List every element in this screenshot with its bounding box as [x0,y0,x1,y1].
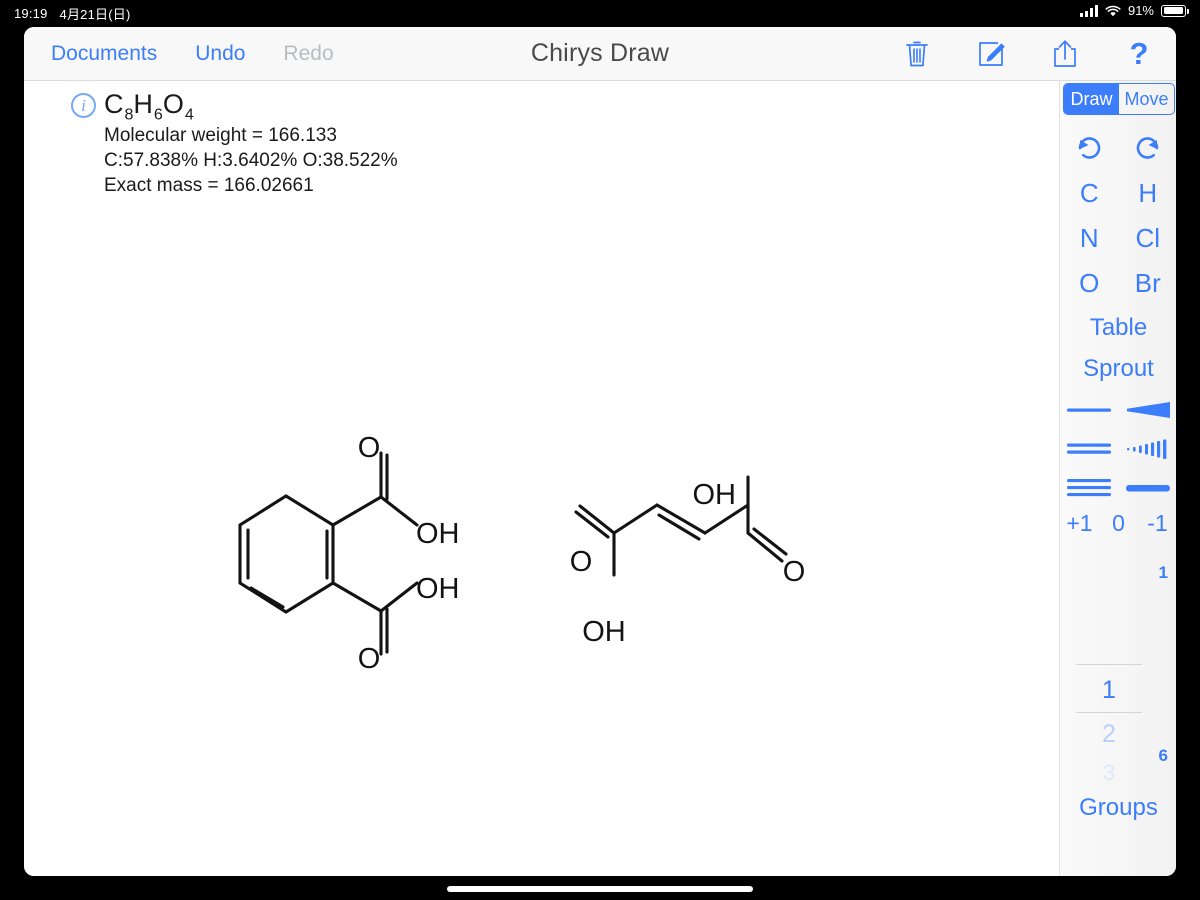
wedge-bond-button[interactable] [1119,394,1177,426]
home-indicator[interactable] [447,886,753,892]
undo-arrow-icon[interactable] [1060,128,1119,168]
molecule-fumaric-acid[interactable]: OH O OH O [24,81,1059,876]
toolbar-left-group: Documents Undo Redo [51,27,334,80]
picker-value-next[interactable]: 2 [1076,720,1142,749]
element-button-h[interactable]: H [1119,174,1177,212]
battery-percent: 91% [1127,3,1154,18]
mode-draw-button[interactable]: Draw [1064,84,1119,114]
element-button-br[interactable]: Br [1119,264,1177,302]
charge-zero-button[interactable]: 0 [1099,506,1138,540]
drawing-canvas[interactable]: i C8H6O4 Molecular weight = 166.133 C:57… [24,81,1059,876]
charge-row: +1 0 -1 [1060,506,1176,540]
triple-bond-button[interactable] [1060,472,1119,504]
atom-label-oh: OH [693,479,737,511]
status-time: 19:19 [14,6,48,21]
redo-button[interactable]: Redo [283,42,333,66]
wifi-icon [1105,5,1121,17]
toolbar-right-group: ? [902,27,1154,80]
app-window: Chirys Draw Documents Undo Redo ? i C8H6… [24,27,1176,876]
panel-bond-row-1 [1060,394,1176,426]
status-bar: 19:19 4月21日(日) 91% [0,0,1200,27]
redo-arrow-icon[interactable] [1119,128,1177,168]
mode-segmented-control[interactable]: Draw Move [1063,83,1175,115]
panel-bond-row-3 [1060,472,1176,504]
hash-bond-button[interactable] [1119,433,1177,465]
charge-value-label: 1 [1158,563,1168,582]
picker-value-after[interactable]: 3 [1076,760,1142,786]
element-button-cl[interactable]: Cl [1119,219,1177,257]
status-bar-left: 19:19 4月21日(日) [14,4,131,23]
charge-minus1-button[interactable]: -1 [1138,506,1176,540]
battery-icon [1161,4,1189,17]
double-bond-button[interactable] [1060,433,1119,465]
compose-icon[interactable] [976,38,1006,70]
panel-element-row-3: O Br [1060,264,1176,302]
share-icon[interactable] [1050,38,1080,70]
groups-button[interactable]: Groups [1060,794,1176,822]
panel-element-row-2: N Cl [1060,219,1176,257]
panel-element-row-1: C H [1060,174,1176,212]
panel-history-row [1060,128,1176,168]
ring-size-label: 6 [1158,746,1168,765]
atom-label-oh: OH [582,616,626,648]
single-bond-button[interactable] [1060,394,1119,426]
charge-plus1-button[interactable]: +1 [1060,506,1099,540]
sprout-button[interactable]: Sprout [1060,350,1176,388]
documents-button[interactable]: Documents [51,42,157,66]
atom-label-o: O [783,556,806,588]
atom-label-o: O [570,546,593,578]
element-button-c[interactable]: C [1060,174,1119,212]
mode-move-button[interactable]: Move [1119,84,1174,114]
panel-bond-row-2 [1060,433,1176,465]
cellular-bars-icon [1079,4,1098,17]
bold-bond-button[interactable] [1119,472,1177,504]
ipad-screen: 19:19 4月21日(日) 91% Chirys Draw Documents… [0,0,1200,900]
status-bar-right: 91% [1079,3,1189,18]
tool-panel: Draw Move C H N Cl O Br Table Sprout +1 … [1059,81,1176,876]
status-date: 4月21日(日) [59,7,131,22]
trash-icon[interactable] [902,38,932,70]
element-button-o[interactable]: O [1060,264,1119,302]
help-icon[interactable]: ? [1124,38,1154,70]
undo-button[interactable]: Undo [195,42,245,66]
element-button-n[interactable]: N [1060,219,1119,257]
app-toolbar: Chirys Draw Documents Undo Redo ? [24,27,1176,81]
periodic-table-button[interactable]: Table [1060,309,1176,347]
picker-value-selected[interactable]: 1 [1076,676,1142,705]
ring-size-picker[interactable]: 1 2 3 [1076,664,1142,789]
